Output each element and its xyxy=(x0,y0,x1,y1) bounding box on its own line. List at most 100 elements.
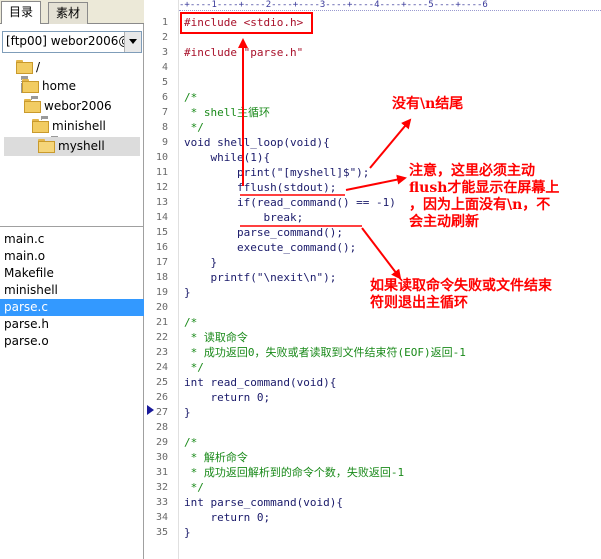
file-item-parse-c[interactable]: parse.c xyxy=(0,299,144,316)
line-number: 27 xyxy=(155,407,168,418)
tree-node-webor2006[interactable]: webor2006 xyxy=(4,97,140,116)
code-line[interactable]: */ xyxy=(184,120,204,135)
line-number: 24 xyxy=(155,362,168,373)
tab-bar: 目录 素材 xyxy=(0,0,144,24)
line-number: 4 xyxy=(161,62,168,73)
annotation-read-fail-line1: 如果读取命令失败或文件结束 xyxy=(370,278,552,294)
chevron-down-icon[interactable] xyxy=(124,32,141,52)
code-line[interactable]: } xyxy=(184,255,217,270)
line-number: 23 xyxy=(155,347,168,358)
code-line[interactable]: parse_command(); xyxy=(184,225,343,240)
left-panel: 目录 素材 [ftp00] webor2006@ / home webor200… xyxy=(0,0,144,559)
line-number: 10 xyxy=(155,152,168,163)
code-line[interactable]: fflush(stdout); xyxy=(184,180,336,195)
tree-node-label: / xyxy=(36,60,41,74)
tree-node-label: minishell xyxy=(52,119,106,133)
line-number: 33 xyxy=(155,497,168,508)
line-number: 3 xyxy=(161,47,168,58)
tree-node-myshell[interactable]: myshell xyxy=(4,137,140,156)
file-item-main-o[interactable]: main.o xyxy=(0,248,144,265)
code-line[interactable]: break; xyxy=(184,210,303,225)
line-number: 5 xyxy=(161,77,168,88)
code-line[interactable]: printf("\nexit\n"); xyxy=(184,270,336,285)
code-line[interactable]: /* xyxy=(184,90,197,105)
line-number: 28 xyxy=(155,422,168,433)
file-item-minishell[interactable]: minishell xyxy=(0,282,144,299)
code-line[interactable]: } xyxy=(184,405,191,420)
line-number: 31 xyxy=(155,467,168,478)
code-line[interactable]: */ xyxy=(184,360,204,375)
line-number: 34 xyxy=(155,512,168,523)
line-number: 12 xyxy=(155,182,168,193)
tree-node-label: home xyxy=(42,79,77,93)
line-number: 29 xyxy=(155,437,168,448)
code-line[interactable]: void shell_loop(void){ xyxy=(184,135,330,150)
code-line[interactable]: /* xyxy=(184,315,197,330)
tree-node-home[interactable]: home xyxy=(22,77,76,96)
line-number: 8 xyxy=(161,122,168,133)
annotation-no-newline: 没有\n结尾 xyxy=(392,96,464,112)
folder-icon xyxy=(22,79,39,93)
code-line[interactable]: } xyxy=(184,525,191,540)
directory-tree: / home webor2006 minishell myshell xyxy=(0,56,144,224)
code-line[interactable]: return 0; xyxy=(184,510,270,525)
annotation-fflush-line2: flush才能显示在屏幕上 xyxy=(409,180,560,196)
folder-icon xyxy=(24,99,41,113)
line-number: 32 xyxy=(155,482,168,493)
code-line[interactable]: int read_command(void){ xyxy=(184,375,336,390)
line-number: 14 xyxy=(155,212,168,223)
code-line[interactable]: */ xyxy=(184,480,204,495)
file-item-parse-h[interactable]: parse.h xyxy=(0,316,144,333)
file-list: main.c main.o Makefile minishell parse.c… xyxy=(0,226,144,350)
annotation-read-fail-line2: 符则退出主循环 xyxy=(370,295,468,311)
column-ruler: -+----1----+----2----+----3----+----4---… xyxy=(179,0,601,11)
site-select-value: [ftp00] webor2006@ xyxy=(6,34,124,48)
line-number: 20 xyxy=(155,302,168,313)
line-number: 22 xyxy=(155,332,168,343)
line-number: 30 xyxy=(155,452,168,463)
tab-materials[interactable]: 素材 xyxy=(48,2,89,24)
line-number: 18 xyxy=(155,272,168,283)
code-line[interactable]: if(read_command() == -1) xyxy=(184,195,396,210)
file-item-makefile[interactable]: Makefile xyxy=(0,265,144,282)
tree-node-label: myshell xyxy=(58,139,105,153)
folder-icon xyxy=(32,119,49,133)
line-number: 9 xyxy=(161,137,168,148)
line-number: 25 xyxy=(155,377,168,388)
code-line[interactable]: return 0; xyxy=(184,390,270,405)
annotation-fflush-line1: 注意，这里必须主动 xyxy=(409,163,535,179)
code-line[interactable]: * 读取命令 xyxy=(184,330,248,345)
site-select[interactable]: [ftp00] webor2006@ xyxy=(2,31,142,53)
line-number: 11 xyxy=(155,167,168,178)
annotation-fflush-line3: ，因为上面没有\n，不 xyxy=(409,197,551,213)
code-line[interactable]: * 成功返回解析到的命令个数，失败返回-1 xyxy=(184,465,405,480)
file-item-main-c[interactable]: main.c xyxy=(0,231,144,248)
tree-node-label: webor2006 xyxy=(44,99,112,113)
line-number: 19 xyxy=(155,287,168,298)
line-number: 15 xyxy=(155,227,168,238)
line-number: 21 xyxy=(155,317,168,328)
line-number: 35 xyxy=(155,527,168,538)
folder-icon xyxy=(16,60,33,74)
code-line[interactable]: } xyxy=(184,285,191,300)
code-line[interactable]: * shell主循环 xyxy=(184,105,270,120)
code-line[interactable]: * 成功返回0，失败或者读取到文件结束符(EOF)返回-1 xyxy=(184,345,466,360)
code-line[interactable]: execute_command(); xyxy=(184,240,356,255)
line-number: 1 xyxy=(161,17,168,28)
tree-node-root[interactable]: / xyxy=(16,58,40,77)
folder-open-icon xyxy=(38,139,55,153)
code-line[interactable]: while(1){ xyxy=(184,150,270,165)
line-number: 6 xyxy=(161,92,168,103)
file-item-parse-o[interactable]: parse.o xyxy=(0,333,144,350)
line-number: 16 xyxy=(155,242,168,253)
line-number: 26 xyxy=(155,392,168,403)
line-number: 2 xyxy=(161,32,168,43)
tab-directory[interactable]: 目录 xyxy=(1,1,42,24)
tree-node-minishell[interactable]: minishell xyxy=(32,117,106,136)
code-line[interactable]: int parse_command(void){ xyxy=(184,495,343,510)
line-number: 17 xyxy=(155,257,168,268)
code-line[interactable]: print("[myshell]$"); xyxy=(184,165,369,180)
code-line[interactable]: #include "parse.h" xyxy=(184,45,303,60)
code-line[interactable]: * 解析命令 xyxy=(184,450,248,465)
code-line[interactable]: /* xyxy=(184,435,197,450)
